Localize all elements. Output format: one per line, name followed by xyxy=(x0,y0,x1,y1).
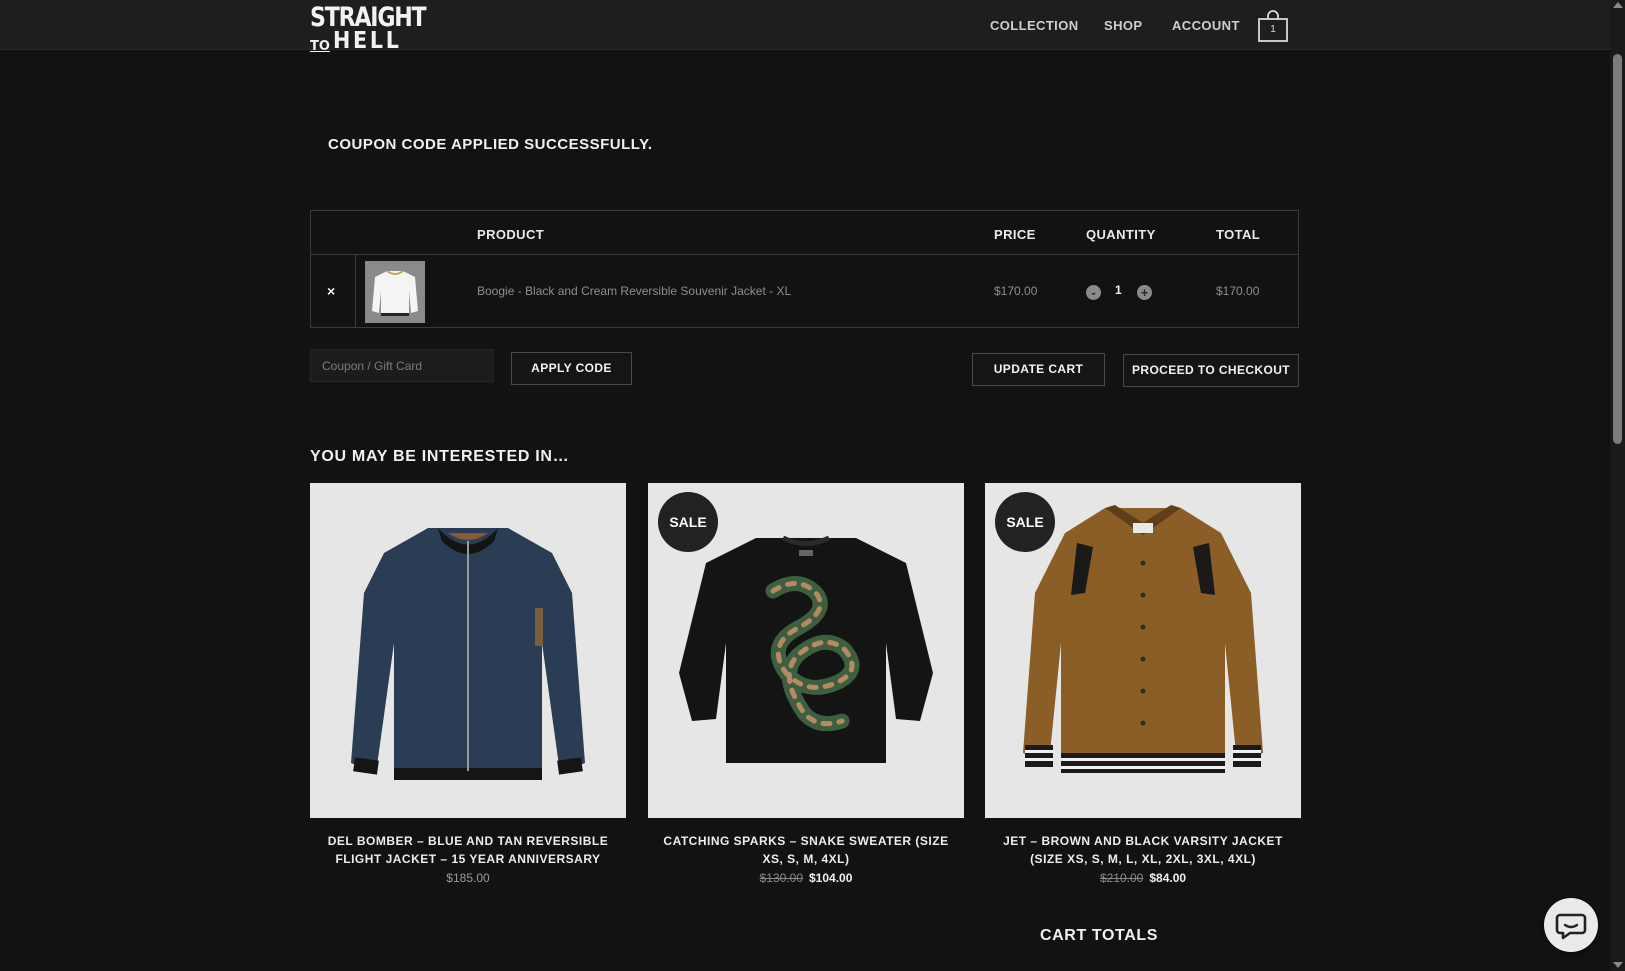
cart-bag-icon[interactable]: 1 xyxy=(1257,10,1289,42)
product-price: $185.00 xyxy=(310,871,626,885)
logo-line-2: TO HELL xyxy=(310,28,451,54)
product-price-current: $185.00 xyxy=(446,871,490,885)
site-header: STRAIGHT TO HELL COLLECTION SHOP ACCOUNT… xyxy=(0,0,1610,53)
sale-badge: SALE xyxy=(658,492,718,552)
header-product: PRODUCT xyxy=(477,227,545,242)
nav-shop[interactable]: SHOP xyxy=(1104,18,1142,33)
header-price: PRICE xyxy=(994,227,1036,242)
column-divider xyxy=(355,255,356,327)
logo-line-1: STRAIGHT xyxy=(310,2,427,33)
product-card[interactable]: SALE JET – BROWN AND BLACK VARSITY JACKE… xyxy=(985,483,1301,885)
cart-totals-title: CART TOTALS xyxy=(1040,927,1158,944)
header-quantity: QUANTITY xyxy=(1086,227,1156,242)
scroll-up-arrow-icon[interactable] xyxy=(1613,2,1623,8)
cart-table: PRODUCT PRICE QUANTITY TOTAL × Boogie - … xyxy=(310,210,1299,328)
chat-widget-button[interactable] xyxy=(1544,898,1598,952)
scroll-thumb[interactable] xyxy=(1613,54,1622,444)
product-price: $130.00 $104.00 xyxy=(648,871,964,885)
bomber-jacket-image xyxy=(351,528,585,780)
product-name[interactable]: CATCHING SPARKS – SNAKE SWEATER (SIZE XS… xyxy=(648,832,964,868)
logo-to: TO xyxy=(310,39,330,54)
site-logo[interactable]: STRAIGHT TO HELL xyxy=(310,4,451,53)
product-name[interactable]: DEL BOMBER – BLUE AND TAN REVERSIBLE FLI… xyxy=(310,832,626,868)
cart-item-price: $170.00 xyxy=(994,284,1038,298)
proceed-to-checkout-button[interactable]: PROCEED TO CHECKOUT xyxy=(1123,354,1299,387)
page-scrollbar[interactable] xyxy=(1610,0,1625,971)
quantity-value[interactable]: 1 xyxy=(1115,283,1122,297)
product-price-original: $210.00 xyxy=(1099,871,1144,885)
cart-count: 1 xyxy=(1270,24,1276,35)
coupon-success-notice: COUPON CODE APPLIED SUCCESSFULLY. xyxy=(328,136,653,153)
product-price-sale: $104.00 xyxy=(809,871,853,885)
cart-item-name[interactable]: Boogie - Black and Cream Reversible Souv… xyxy=(477,284,791,298)
quantity-decrease-button[interactable]: - xyxy=(1086,285,1101,300)
cart-item-total: $170.00 xyxy=(1216,284,1260,298)
quantity-increase-button[interactable]: + xyxy=(1137,285,1152,300)
apply-code-button[interactable]: APPLY CODE xyxy=(511,352,632,385)
product-image[interactable]: SALE xyxy=(985,483,1301,818)
coupon-input[interactable] xyxy=(310,349,494,382)
product-image[interactable] xyxy=(310,483,626,818)
scroll-down-arrow-icon[interactable] xyxy=(1613,962,1623,968)
recommendations-title: YOU MAY BE INTERESTED IN… xyxy=(310,448,570,465)
product-price-original: $130.00 xyxy=(759,871,803,885)
product-card[interactable]: SALE CATCHING SPARKS – SNAKE SWEATER (SI… xyxy=(648,483,964,885)
jacket-thumbnail-image xyxy=(365,261,425,323)
table-divider xyxy=(311,254,1298,255)
logo-hell: HELL xyxy=(332,28,402,54)
header-total: TOTAL xyxy=(1216,227,1261,242)
sale-badge: SALE xyxy=(995,492,1055,552)
product-thumbnail[interactable] xyxy=(365,261,425,323)
update-cart-button[interactable]: UPDATE CART xyxy=(972,353,1105,386)
product-name[interactable]: JET – BROWN AND BLACK VARSITY JACKET (SI… xyxy=(985,832,1301,868)
remove-item-button[interactable]: × xyxy=(327,283,335,299)
chat-bubble-icon xyxy=(1555,913,1587,940)
product-card[interactable]: DEL BOMBER – BLUE AND TAN REVERSIBLE FLI… xyxy=(310,483,626,885)
nav-collection[interactable]: COLLECTION xyxy=(990,18,1079,33)
product-image[interactable]: SALE xyxy=(648,483,964,818)
product-price-sale: $84.00 xyxy=(1149,871,1187,885)
product-price: $210.00 $84.00 xyxy=(985,871,1301,885)
nav-account[interactable]: ACCOUNT xyxy=(1172,18,1240,33)
